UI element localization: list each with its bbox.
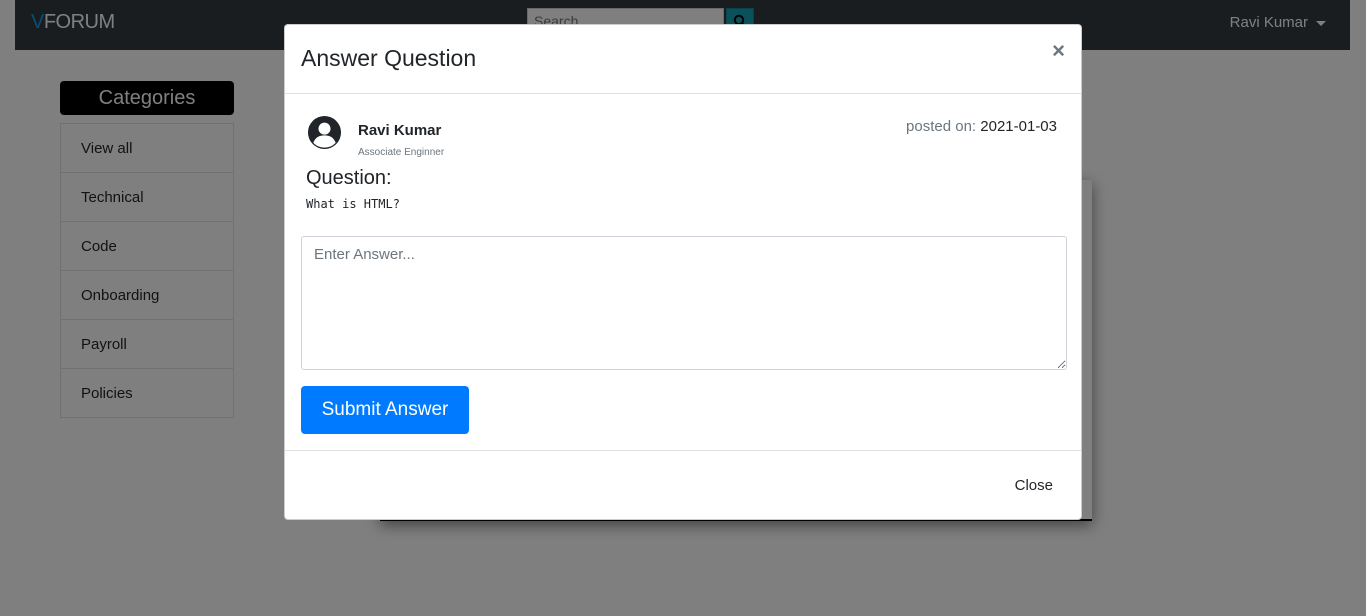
modal-footer: Close — [285, 450, 1081, 521]
user-circle-icon — [307, 115, 342, 150]
author-name: Ravi Kumar — [358, 122, 442, 139]
modal-header: Answer Question × — [285, 25, 1081, 94]
posted-date-value: 2021-01-03 — [980, 118, 1057, 135]
submit-answer-button[interactable]: Submit Answer — [301, 386, 469, 434]
question-label: Question: — [306, 167, 392, 189]
posted-date: posted on: 2021-01-03 — [906, 118, 1057, 135]
author-role: Associate Enginner — [358, 147, 445, 158]
answer-question-modal: Answer Question × Ravi Kumar Associate E… — [284, 24, 1082, 520]
close-button[interactable]: Close — [1015, 477, 1053, 494]
modal-title: Answer Question — [301, 45, 477, 71]
close-icon[interactable]: × — [1052, 40, 1065, 62]
posted-label: posted on: — [906, 118, 977, 135]
answer-textarea[interactable] — [301, 236, 1067, 370]
question-text: What is HTML? — [306, 197, 400, 211]
